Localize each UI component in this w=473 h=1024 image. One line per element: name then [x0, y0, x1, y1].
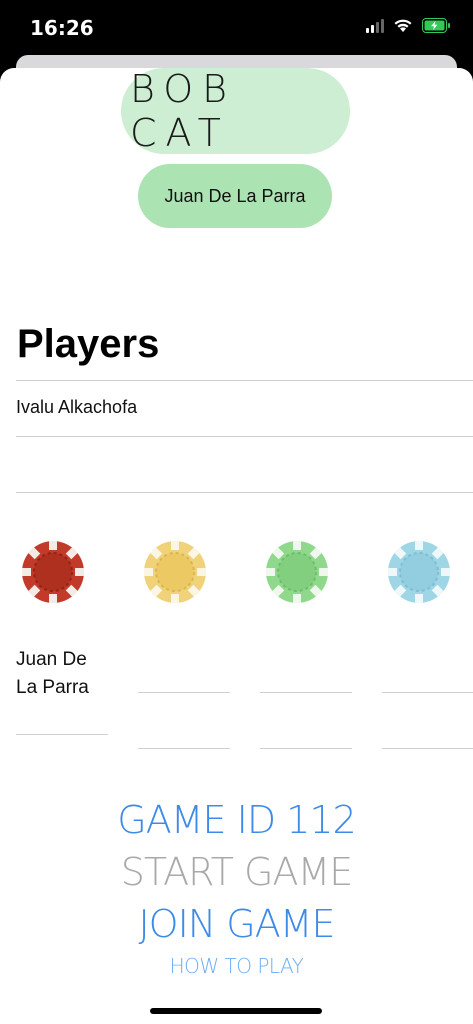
- seat-divider: [138, 748, 230, 749]
- seat-name: Juan De La Parra: [16, 649, 89, 698]
- yellow-poker-chip-icon[interactable]: [144, 541, 206, 603]
- status-time: 16:26: [30, 16, 94, 40]
- status-icons: [366, 18, 451, 33]
- divider: [16, 380, 473, 381]
- cellular-signal-icon: [366, 18, 384, 33]
- battery-charging-icon: [422, 18, 450, 33]
- status-bar: 16:26: [0, 0, 473, 56]
- divider: [16, 492, 473, 493]
- join-game-button[interactable]: JOIN GAME: [0, 902, 473, 946]
- home-indicator[interactable]: [150, 1008, 322, 1014]
- start-game-button[interactable]: START GAME: [0, 850, 473, 894]
- player-list-item[interactable]: Ivalu Alkachofa: [16, 397, 137, 418]
- seat-divider: [260, 748, 352, 749]
- wifi-icon: [394, 19, 412, 32]
- game-title: BOB CAT: [130, 67, 237, 155]
- red-poker-chip-icon[interactable]: [22, 541, 84, 603]
- seat-divider: [382, 692, 473, 693]
- seat-divider: [138, 692, 230, 693]
- divider: [16, 436, 473, 437]
- game-title-badge: BOB CAT: [121, 67, 350, 155]
- players-heading: Players: [17, 322, 160, 366]
- seat-divider: [16, 734, 108, 735]
- green-poker-chip-icon[interactable]: [266, 541, 328, 603]
- seat-divider: [260, 692, 352, 693]
- blue-poker-chip-icon[interactable]: [388, 541, 450, 603]
- game-id-label: GAME ID 112: [117, 798, 356, 842]
- how-to-play-link[interactable]: HOW TO PLAY: [0, 954, 473, 978]
- current-player-button[interactable]: Juan De La Parra: [138, 164, 332, 228]
- seat-divider: [382, 748, 473, 749]
